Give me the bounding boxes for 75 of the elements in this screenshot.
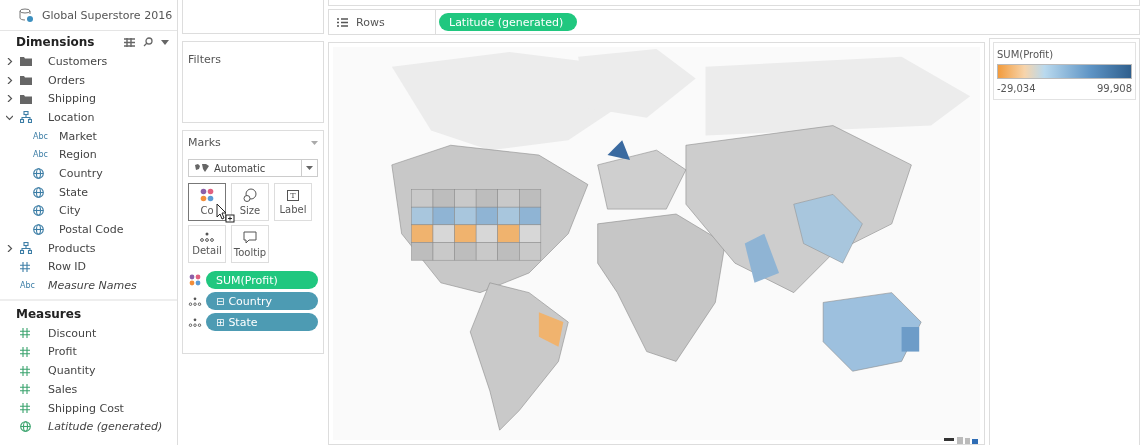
mark-type-dropdown[interactable]: Automatic — [188, 159, 318, 177]
number-icon — [20, 403, 30, 414]
number-icon — [20, 328, 30, 339]
field-item[interactable]: Location — [48, 110, 95, 124]
dropdown-icon[interactable] — [161, 39, 169, 45]
filters-title: Filters — [188, 53, 221, 66]
shelf-label: Rows — [356, 15, 385, 29]
size-shapes-icon — [243, 188, 257, 202]
type-label: Abc — [33, 131, 48, 141]
label-card[interactable]: T Label — [274, 183, 312, 221]
section-title: Dimensions — [16, 35, 95, 49]
expand-caret-icon[interactable] — [6, 244, 13, 252]
data-source-name[interactable]: Global Superstore 2016 — [42, 8, 173, 22]
speech-bubble-icon — [243, 230, 257, 244]
number-icon — [20, 346, 30, 357]
drag-cursor-icon — [216, 203, 236, 223]
expand-caret-icon[interactable] — [6, 76, 13, 84]
number-icon — [20, 365, 30, 376]
folder-icon — [20, 93, 32, 104]
field-item[interactable]: Measure Names — [48, 279, 137, 293]
field-item[interactable]: Shipping — [48, 92, 96, 106]
folder-icon — [20, 75, 32, 86]
type-label: Abc — [33, 150, 48, 160]
detail-dots-icon — [200, 232, 214, 242]
folder-icon — [20, 56, 32, 67]
expand-caret-icon[interactable] — [6, 57, 13, 65]
marks-title: Marks — [188, 136, 221, 149]
field-item[interactable]: Country — [59, 166, 103, 180]
expand-caret-icon[interactable] — [6, 95, 13, 103]
grid-icon[interactable] — [124, 37, 135, 47]
field-item[interactable]: Row ID — [48, 260, 87, 274]
field-item[interactable]: Shipping Cost — [48, 401, 124, 415]
dropdown-icon — [306, 166, 313, 170]
color-card[interactable]: Co — [188, 183, 226, 221]
collapse-caret-icon[interactable] — [6, 113, 13, 121]
legend-max: 99,908 — [1097, 83, 1132, 94]
database-icon — [18, 7, 34, 23]
section-title: Measures — [16, 306, 82, 321]
search-icon[interactable] — [143, 37, 153, 47]
field-item[interactable]: Products — [48, 241, 96, 255]
number-icon — [20, 261, 30, 272]
field-item[interactable]: Profit — [48, 345, 77, 359]
globe-icon — [33, 186, 44, 198]
legend-title: SUM(Profit) — [997, 49, 1055, 60]
cursor-mode-icon — [944, 436, 978, 444]
hierarchy-icon — [20, 111, 32, 124]
globe-icon — [33, 205, 44, 217]
number-icon — [20, 384, 30, 395]
label-icon: T — [287, 189, 299, 201]
field-item[interactable]: Discount — [48, 326, 97, 340]
rows-icon — [337, 17, 348, 27]
field-item[interactable]: Region — [59, 148, 97, 162]
legend-min: -29,034 — [997, 83, 1036, 94]
field-item[interactable]: Latitude (generated) — [48, 420, 163, 434]
tooltip-card[interactable]: Tooltip — [231, 225, 269, 263]
type-label: Abc — [20, 281, 35, 291]
detail-dots-icon — [188, 317, 202, 327]
detail-dots-icon — [188, 296, 202, 306]
field-item[interactable]: Customers — [48, 54, 108, 68]
field-item[interactable]: Orders — [48, 73, 85, 87]
globe-icon — [20, 421, 31, 433]
color-dots-icon — [188, 274, 202, 286]
field-item[interactable]: State — [59, 185, 89, 199]
field-item[interactable]: Sales — [48, 382, 78, 396]
globe-icon — [33, 224, 44, 236]
map-icon — [194, 163, 210, 173]
field-item[interactable]: Quantity — [48, 364, 96, 378]
detail-card[interactable]: Detail — [188, 225, 226, 263]
field-item[interactable]: Market — [59, 129, 97, 143]
field-item[interactable]: City — [59, 204, 81, 218]
color-dots-icon — [200, 188, 214, 202]
size-card[interactable]: Size — [231, 183, 269, 221]
field-item[interactable]: Postal Code — [59, 223, 124, 237]
globe-icon — [33, 167, 44, 179]
hierarchy-icon — [20, 242, 32, 255]
